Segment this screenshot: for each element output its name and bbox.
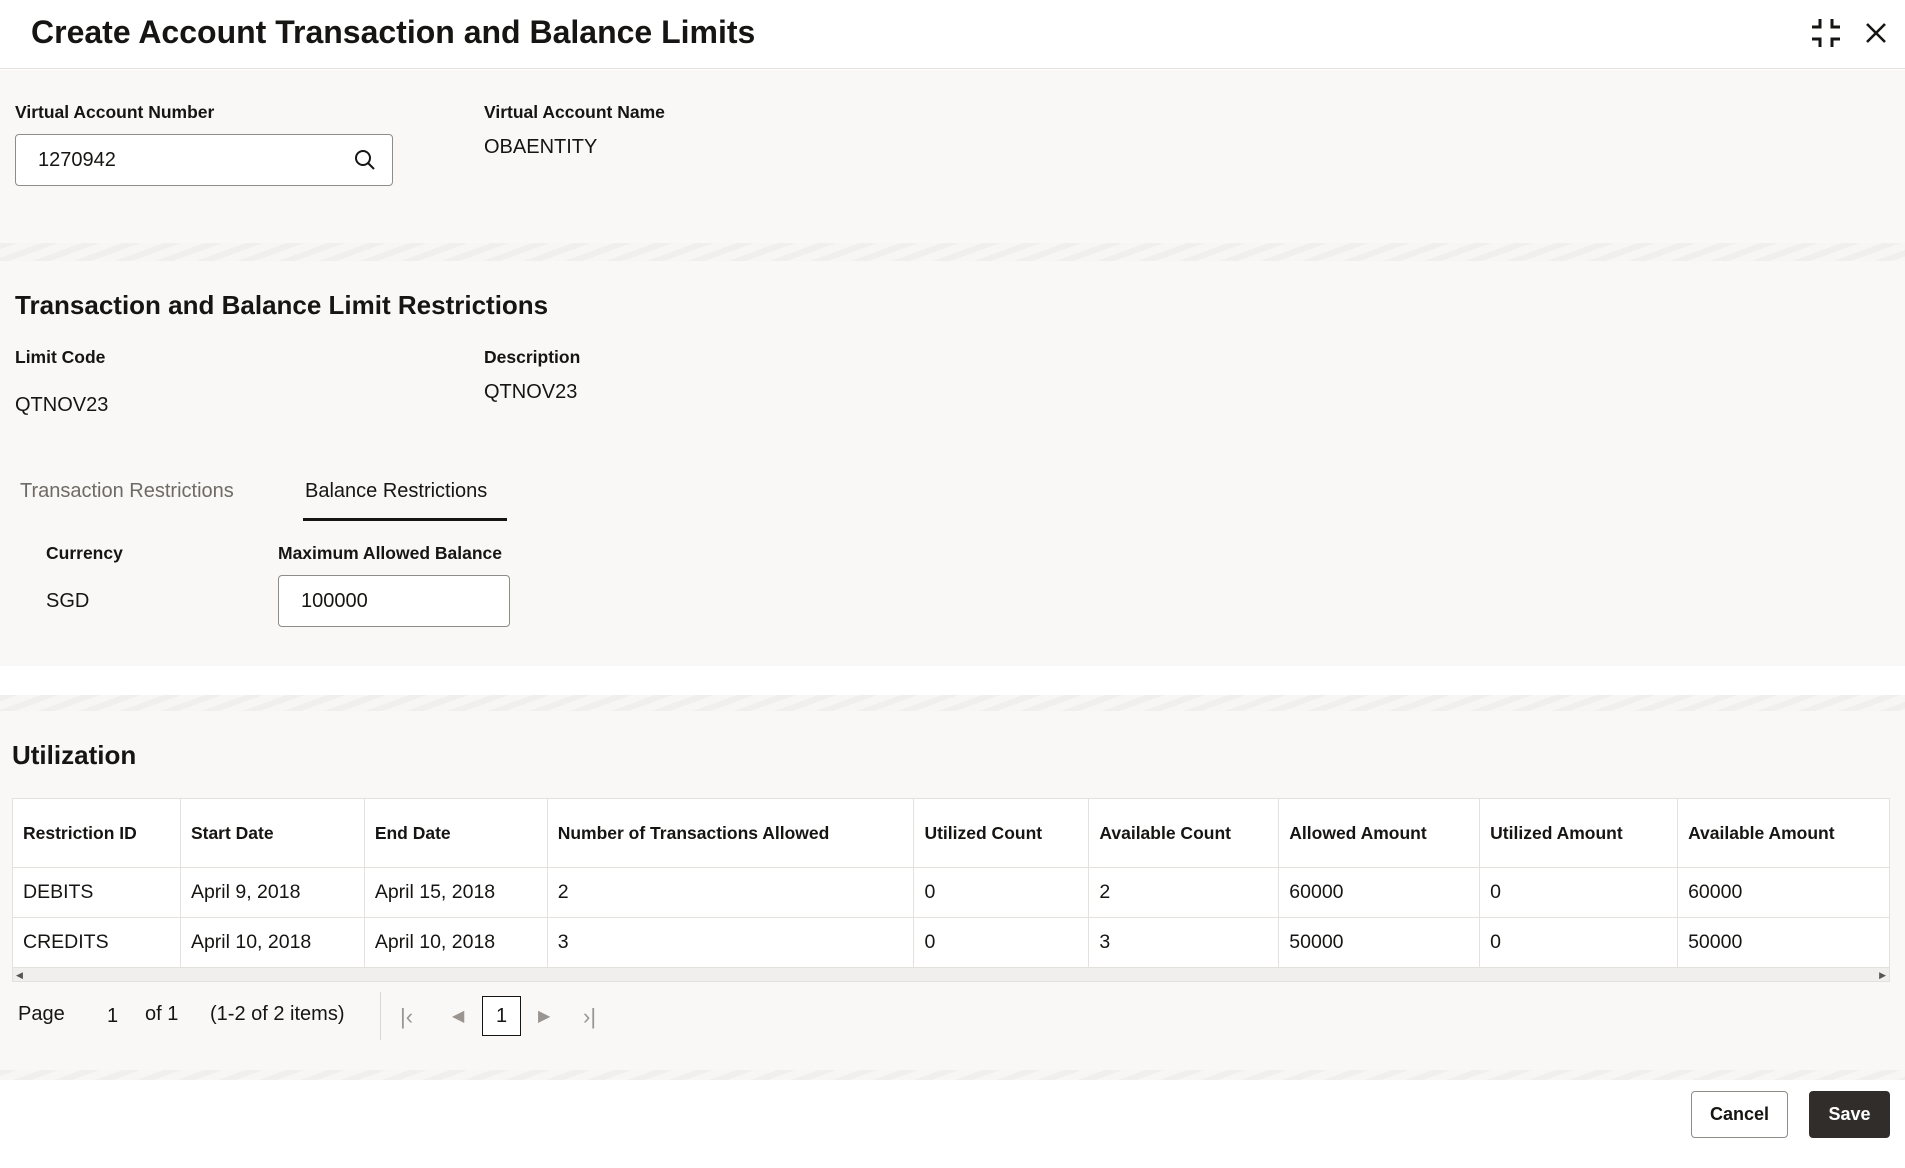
active-tab-underline [303,518,507,521]
divider [0,243,1905,261]
table-header-row: Restriction ID Start Date End Date Numbe… [12,798,1890,868]
column-header[interactable]: Restriction ID [12,798,181,868]
column-header[interactable]: Allowed Amount [1278,798,1481,868]
page-label: Page [18,1003,65,1025]
minimize-icon[interactable] [1810,17,1842,49]
limit-code-value: QTNOV23 [15,394,109,416]
current-page-button[interactable]: 1 [482,996,521,1036]
account-number-value: 1270942 [38,148,116,171]
account-name-value: OBAENTITY [484,136,598,158]
table-row[interactable]: DEBITS April 9, 2018 April 15, 2018 2 0 … [12,867,1890,918]
tab-balance-restrictions[interactable]: Balance Restrictions [305,480,487,503]
table-cell: CREDITS [12,917,181,968]
search-icon[interactable] [354,149,376,171]
column-header[interactable]: Utilized Count [913,798,1090,868]
table-cell: 2 [546,867,915,918]
currency-label: Currency [46,543,123,563]
table-row[interactable]: CREDITS April 10, 2018 April 10, 2018 3 … [12,917,1890,968]
account-number-label: Virtual Account Number [15,102,215,122]
horizontal-scrollbar[interactable]: ◀ ▶ [12,967,1890,982]
table-cell: DEBITS [12,867,181,918]
previous-page-icon[interactable]: ◀ [452,1006,464,1026]
page-of-label: of 1 [145,1003,179,1025]
column-header[interactable]: Available Amount [1677,798,1890,868]
table-cell: 3 [546,917,915,968]
max-balance-input[interactable]: 100000 [278,575,510,627]
table-cell: 0 [1479,867,1679,918]
scroll-left-icon[interactable]: ◀ [16,970,23,981]
table-cell: 0 [1479,917,1679,968]
table-cell: April 9, 2018 [179,867,365,918]
table-cell: April 15, 2018 [363,867,548,918]
column-header[interactable]: Start Date [179,798,365,868]
column-header[interactable]: Available Count [1088,798,1280,868]
table-cell: April 10, 2018 [179,917,365,968]
table-cell: 60000 [1677,867,1890,918]
column-header[interactable]: Utilized Amount [1479,798,1679,868]
close-icon[interactable] [1864,21,1888,45]
description-label: Description [484,347,581,367]
divider [0,1070,1905,1080]
limits-title: Transaction and Balance Limit Restrictio… [15,290,549,320]
account-number-input[interactable]: 1270942 [15,134,393,186]
account-name-label: Virtual Account Name [484,102,665,122]
page-title: Create Account Transaction and Balance L… [31,14,756,50]
column-header[interactable]: End Date [363,798,548,868]
table-cell: 60000 [1278,867,1481,918]
last-page-icon[interactable]: ›| [583,1004,596,1030]
max-balance-label: Maximum Allowed Balance [278,543,502,563]
utilization-table: Restriction ID Start Date End Date Numbe… [12,798,1890,968]
table-cell: 3 [1088,917,1280,968]
table-cell: April 10, 2018 [363,917,548,968]
currency-value: SGD [46,590,90,612]
table-cell: 0 [913,917,1090,968]
description-value: QTNOV23 [484,381,578,403]
column-header[interactable]: Number of Transactions Allowed [546,798,915,868]
table-cell: 50000 [1677,917,1890,968]
table-cell: 50000 [1278,917,1481,968]
divider [0,695,1905,711]
scroll-right-icon[interactable]: ▶ [1879,970,1886,981]
page-input[interactable]: 1 [107,1005,118,1028]
cancel-button[interactable]: Cancel [1691,1091,1788,1138]
max-balance-value: 100000 [301,589,368,612]
table-cell: 0 [913,867,1090,918]
divider [380,992,381,1040]
first-page-icon[interactable]: |‹ [400,1004,413,1030]
items-count: (1-2 of 2 items) [210,1003,345,1025]
save-button[interactable]: Save [1809,1091,1890,1138]
utilization-title: Utilization [12,740,137,770]
next-page-icon[interactable]: ▶ [538,1006,550,1026]
limit-code-label: Limit Code [15,347,106,367]
tab-transaction-restrictions[interactable]: Transaction Restrictions [20,480,234,503]
table-cell: 2 [1088,867,1280,918]
